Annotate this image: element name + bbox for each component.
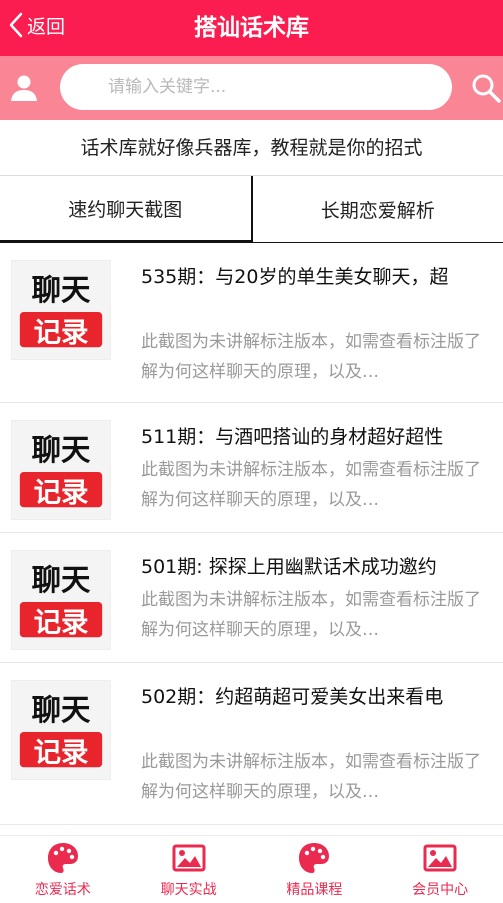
chat-record-thumbnail: 聊天 记录 [11,550,111,650]
thumb-line2: 记录 [34,476,89,508]
chat-record-thumbnail: 聊天 记录 [11,680,111,780]
slogan-text: 话术库就好像兵器库，教程就是你的招式 [0,120,503,176]
item-description: 此截图为未讲解标注版本，如需查看标注版了解为何这样聊天的原理，以及… [141,752,481,802]
search-bar [0,56,503,120]
item-title: 511期：与酒吧搭讪的身材超好超性 [141,426,444,448]
thumb-line1: 聊天 [32,562,91,597]
nav-member-center[interactable]: 会员中心 [377,836,503,903]
tab-quick-chat-screenshots[interactable]: 速约聊天截图 [0,176,253,243]
list-item[interactable]: 聊天 记录 501期: 探探上用幽默话术成功邀约 此截图为未讲解标注版本，如需查… [0,533,503,663]
header: 返回 搭讪话术库 [0,0,503,56]
user-icon[interactable] [8,72,40,104]
nav-label: 恋爱话术 [34,882,91,898]
list-item[interactable]: 聊天 记录 511期：与酒吧搭讪的身材超好超性 此截图为未讲解标注版本，如需查看… [0,403,503,533]
item-description: 此截图为未讲解标注版本，如需查看标注版了解为何这样聊天的原理，以及… [141,590,481,640]
item-description: 此截图为未讲解标注版本，如需查看标注版了解为何这样聊天的原理，以及… [141,460,481,510]
nav-label: 聊天实战 [160,882,217,898]
item-title: 535期：与20岁的单生美女聊天，超 [141,266,449,288]
chat-record-thumbnail: 聊天 记录 [11,260,111,360]
app: 返回 搭讪话术库 话术库就好像兵器库，教程就是你的招式 速约聊天截图 长期恋爱解… [0,0,503,903]
thumb-line2: 记录 [34,736,89,768]
tab-bar: 速约聊天截图 长期恋爱解析 [0,176,503,243]
image-icon [423,844,457,872]
thumb-line1: 聊天 [32,432,91,467]
palette-icon [299,843,330,873]
thumb-line1: 聊天 [32,272,91,307]
thumb-line1: 聊天 [32,692,91,727]
page-title: 搭讪话术库 [194,15,309,41]
chat-record-thumbnail: 聊天 记录 [11,420,111,520]
search-icon[interactable] [470,72,502,104]
nav-premium-courses[interactable]: 精品课程 [252,836,378,903]
thumb-line2: 记录 [34,316,89,348]
palette-icon [47,843,78,873]
image-icon [172,844,206,872]
bottom-nav: 恋爱话术 聊天实战 精品课程 会员中心 [0,835,503,903]
nav-love-scripts[interactable]: 恋爱话术 [0,836,126,903]
item-title: 501期: 探探上用幽默话术成功邀约 [141,556,437,578]
tab-long-term-love-analysis[interactable]: 长期恋爱解析 [252,176,503,243]
nav-chat-practice[interactable]: 聊天实战 [126,836,252,903]
article-list: 聊天 记录 535期：与20岁的单生美女聊天，超 此截图为未讲解标注版本，如需查… [0,243,503,825]
thumb-line2: 记录 [34,606,89,638]
search-input[interactable] [60,64,452,110]
list-item[interactable]: 聊天 记录 502期：约超萌超可爱美女出来看电 此截图为未讲解标注版本，如需查看… [0,663,503,825]
item-description: 此截图为未讲解标注版本，如需查看标注版了解为何这样聊天的原理，以及… [141,332,481,382]
nav-label: 精品课程 [286,882,343,898]
nav-label: 会员中心 [412,882,469,898]
item-title: 502期：约超萌超可爱美女出来看电 [141,686,444,708]
list-item[interactable]: 聊天 记录 535期：与20岁的单生美女聊天，超 此截图为未讲解标注版本，如需查… [0,243,503,403]
